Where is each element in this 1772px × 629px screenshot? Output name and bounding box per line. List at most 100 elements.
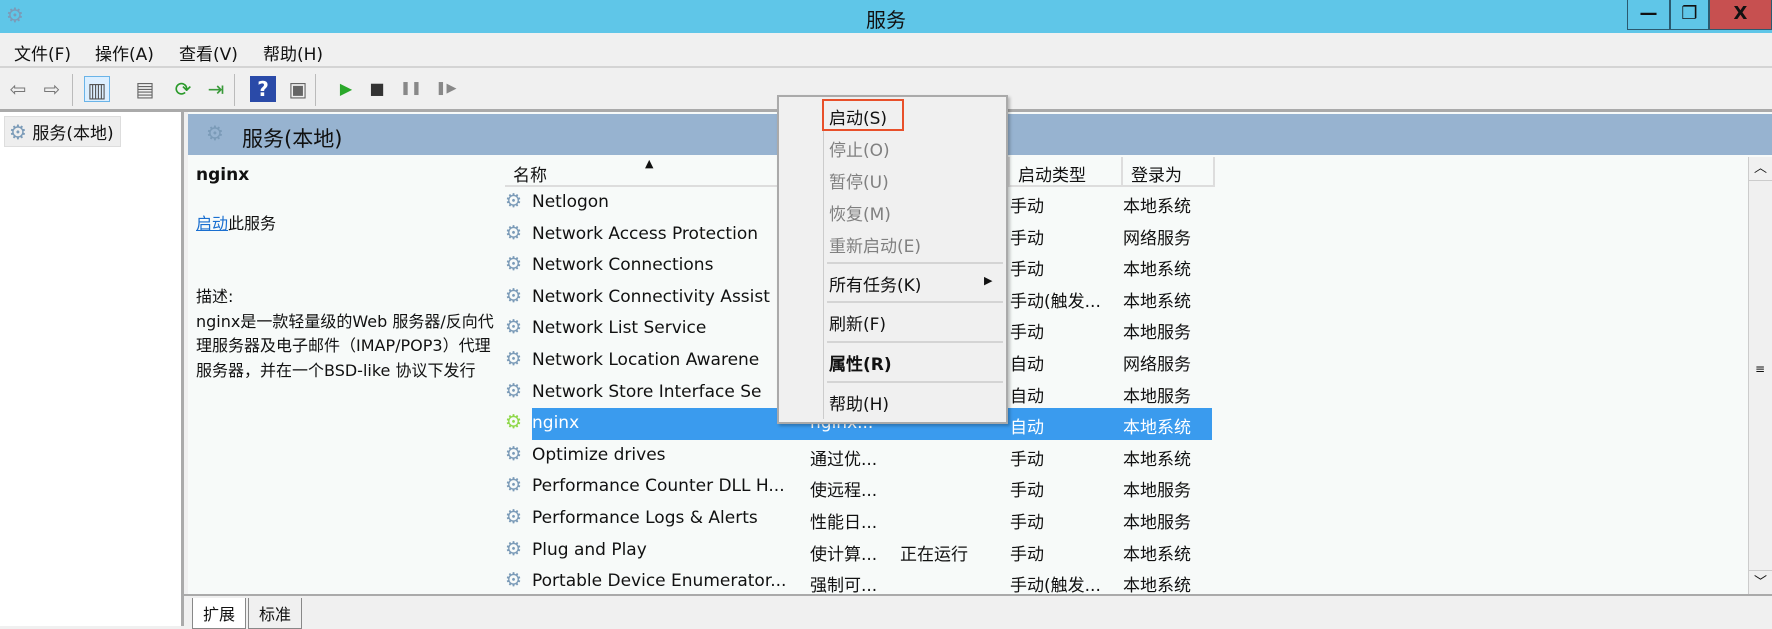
- cell-logon: 本地系统: [1123, 197, 1191, 217]
- menu-view[interactable]: 查看(V): [179, 40, 238, 65]
- toolbar-separator: [315, 74, 316, 106]
- tree-item-services-local[interactable]: ⚙ 服务(本地): [4, 116, 121, 147]
- table-row[interactable]: ⚙ Network Location Awarene 自动 网络服务: [505, 345, 1745, 377]
- menu-file[interactable]: 文件(F): [14, 40, 71, 65]
- tab-extended[interactable]: 扩展: [192, 598, 247, 629]
- table-row[interactable]: ⚙ Network Store Interface Se 自动 本地服务: [505, 377, 1745, 409]
- restore-button[interactable]: ❐: [1670, 0, 1709, 30]
- menu-help[interactable]: 帮助(H): [263, 40, 323, 65]
- service-gear-icon: ⚙: [505, 221, 523, 244]
- service-gear-icon: ⚙: [505, 442, 523, 465]
- cell-startup: 手动: [1010, 481, 1044, 502]
- table-row[interactable]: ⚙ Performance Logs & Alerts 性能日... 手动 本地服务: [505, 503, 1745, 535]
- start-service-link[interactable]: 启动: [196, 214, 228, 233]
- scroll-down-icon[interactable]: ﹀: [1749, 570, 1772, 594]
- action-pane-icon[interactable]: ▣: [285, 76, 311, 102]
- menu-item-refresh[interactable]: 刷新(F): [829, 310, 886, 335]
- cell-logon: 本地服务: [1123, 323, 1191, 344]
- cell-status: 正在运行: [900, 544, 968, 565]
- console-tree-pane: ⚙ 服务(本地): [0, 112, 184, 626]
- menu-item-help[interactable]: 帮助(H): [829, 390, 889, 415]
- column-header-name[interactable]: 名称 ▲: [505, 157, 805, 187]
- cell-logon: 本地系统: [1123, 449, 1191, 470]
- cell-startup: 手动: [1010, 513, 1044, 533]
- cell-startup: 手动: [1010, 544, 1044, 565]
- cell-logon: 本地服务: [1123, 481, 1191, 502]
- table-row[interactable]: ⚙ Network List Service 手动 本地服务: [505, 313, 1745, 345]
- menu-separator: [827, 301, 1003, 303]
- pause-service-icon[interactable]: ❚❚: [398, 76, 424, 102]
- service-details: nginx 启动此服务 描述: nginx是一款轻量级的Web 服务器/反向代理…: [196, 163, 496, 383]
- back-icon[interactable]: ⇦: [5, 76, 31, 102]
- toolbar-separator: [72, 74, 73, 106]
- table-row[interactable]: ⚙ Network Connections 手动 本地系统: [505, 250, 1745, 282]
- view-tabs: 扩展 标准: [184, 594, 1772, 629]
- cell-startup: 手动: [1010, 260, 1044, 281]
- menu-action[interactable]: 操作(A): [95, 40, 154, 65]
- services-icon: ⚙: [206, 121, 224, 145]
- tab-standard[interactable]: 标准: [248, 598, 303, 629]
- table-row[interactable]: ⚙ Performance Counter DLL H... 使远程... 手动 本地服…: [505, 471, 1745, 503]
- column-header-startup-type[interactable]: 启动类型: [1010, 157, 1123, 187]
- forward-icon[interactable]: ⇨: [39, 76, 65, 102]
- table-row[interactable]: ⚙ Network Access Protection 手动 网络服务: [505, 219, 1745, 251]
- cell-name: Portable Device Enumerator...: [532, 571, 787, 592]
- service-description: nginx是一款轻量级的Web 服务器/反向代理服务器及电子邮件（IMAP/PO…: [196, 311, 494, 380]
- cell-startup: 手动: [1010, 323, 1044, 344]
- cell-desc: 强制可...: [810, 576, 878, 594]
- cell-logon: 本地服务: [1123, 513, 1191, 533]
- toolbar-separator: [234, 74, 235, 106]
- table-row[interactable]: ⚙ Netlogon 手动 本地系统: [505, 187, 1745, 219]
- context-menu: 启动(S) 停止(O) 暂停(U) 恢复(M) 重新启动(E) 所有任务(K) …: [777, 95, 1008, 424]
- minimize-button[interactable]: —: [1627, 0, 1670, 30]
- table-row[interactable]: ⚙ Portable Device Enumerator... 强制可... 手动(触…: [505, 566, 1745, 594]
- cell-logon: 本地服务: [1123, 386, 1191, 407]
- menu-gutter: [823, 101, 824, 419]
- menu-item-all-tasks[interactable]: 所有任务(K): [829, 271, 921, 296]
- menu-item-start[interactable]: 启动(S): [829, 104, 887, 129]
- column-name-label: 名称: [513, 166, 547, 186]
- service-gear-icon: ⚙: [505, 284, 523, 307]
- close-button[interactable]: X: [1709, 0, 1772, 30]
- stop-service-icon[interactable]: ■: [364, 76, 390, 102]
- menu-bar: 文件(F) 操作(A) 查看(V) 帮助(H): [0, 33, 1772, 68]
- cell-name: Network Location Awarene: [532, 350, 760, 370]
- menu-separator: [827, 381, 1003, 383]
- resume-service-icon[interactable]: ❚▶: [433, 76, 459, 102]
- cell-name: Netlogon: [532, 192, 609, 212]
- cell-name: Network Connectivity Assist: [532, 286, 770, 307]
- export-list-icon[interactable]: ⇥: [203, 76, 229, 102]
- vertical-scrollbar[interactable]: ︿ ≡ ﹀: [1748, 157, 1772, 594]
- cell-name: Network Store Interface Se: [532, 381, 762, 402]
- cell-startup: 手动: [1010, 228, 1044, 249]
- scroll-up-icon[interactable]: ︿: [1749, 157, 1772, 181]
- service-gear-icon: ⚙: [505, 348, 523, 370]
- service-gear-icon: ⚙: [505, 506, 523, 528]
- table-row[interactable]: ⚙ Optimize drives 通过优... 手动 本地系统: [505, 440, 1745, 472]
- cell-logon: 本地系统: [1123, 291, 1191, 312]
- service-gear-icon: ⚙: [505, 316, 523, 339]
- properties-icon[interactable]: ▤: [132, 76, 158, 102]
- pane-title: 服务(本地): [242, 127, 343, 151]
- window-title: 服务: [866, 8, 906, 32]
- column-header-logon[interactable]: 登录为: [1123, 157, 1215, 187]
- service-gear-icon: ⚙: [505, 537, 523, 560]
- cell-startup: 手动: [1010, 197, 1044, 217]
- table-row[interactable]: ⚙ Plug and Play 使计算... 正在运行 手动 本地系统: [505, 535, 1745, 567]
- start-service-icon[interactable]: ▶: [333, 76, 359, 102]
- console-tree-icon[interactable]: ▥: [84, 76, 110, 102]
- cell-startup: 自动: [1010, 386, 1044, 407]
- table-row[interactable]: ⚙ Network Connectivity Assist 手动(触发... 本地系统: [505, 282, 1745, 314]
- sort-ascending-icon: ▲: [645, 157, 654, 170]
- cell-startup: 自动: [1010, 355, 1044, 375]
- refresh-icon[interactable]: ⟳: [170, 76, 196, 102]
- menu-item-restart: 重新启动(E): [829, 237, 922, 257]
- cell-logon: 本地系统: [1123, 576, 1191, 594]
- scrollbar-thumb[interactable]: ≡: [1753, 362, 1767, 380]
- menu-item-properties[interactable]: 属性(R): [829, 350, 892, 375]
- help-icon[interactable]: ?: [250, 76, 276, 102]
- menu-item-pause: 暂停(U): [829, 173, 889, 193]
- cell-desc: 通过优...: [810, 449, 878, 470]
- service-gear-icon: ⚙: [505, 569, 523, 592]
- service-gear-icon: ⚙: [505, 253, 523, 276]
